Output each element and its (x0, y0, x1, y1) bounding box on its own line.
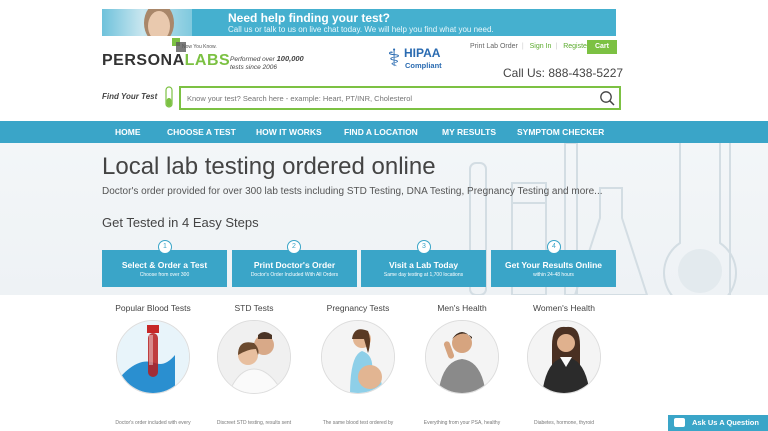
search-icon[interactable] (599, 90, 615, 106)
steps-title: Get Tested in 4 Easy Steps (102, 215, 259, 230)
test-tube-icon (165, 86, 173, 108)
nav-my-results[interactable]: MY RESULTS (442, 121, 496, 143)
step-number: 3 (417, 240, 431, 254)
blood-tube-photo (116, 320, 190, 394)
nav-choose-a-test[interactable]: CHOOSE A TEST (167, 121, 236, 143)
help-banner-subtitle: Call us or talk to us on live chat today… (228, 25, 494, 34)
help-banner[interactable]: Need help finding your test? Call us or … (102, 9, 616, 36)
performed-tests-note: Performed over 100,000 tests since 2006 (230, 54, 304, 72)
hero-title: Local lab testing ordered online (102, 153, 436, 180)
hipaa-badge: ⚕ HIPAA Compliant (386, 44, 448, 76)
step-print-order[interactable]: Print Doctor's Order Doctor's Order Incl… (232, 250, 357, 287)
step-number: 1 (158, 240, 172, 254)
step-get-results[interactable]: Get Your Results Online within 24-48 hou… (491, 250, 616, 287)
personalabs-logo[interactable]: Now You Know. PERSONALABS (102, 38, 230, 72)
category-blood-tests[interactable]: Popular Blood Tests Doctor's order inclu… (98, 303, 208, 426)
nav-symptom-checker[interactable]: SYMPTOM CHECKER (517, 121, 604, 143)
cart-button[interactable]: Cart (587, 40, 617, 54)
category-womens-health[interactable]: Women's Health Diabetes, hormone, thyroi… (509, 303, 619, 426)
step-visit-lab[interactable]: Visit a Lab Today Same day testing at 1,… (361, 250, 486, 287)
step-number: 4 (547, 240, 561, 254)
ask-us-a-question-button[interactable]: Ask Us A Question (668, 415, 768, 431)
category-std-tests[interactable]: STD Tests Discreet STD testing, results … (199, 303, 309, 426)
main-nav: HOME CHOOSE A TEST HOW IT WORKS FIND A L… (0, 121, 768, 143)
find-your-test-label: Find Your Test (102, 92, 158, 101)
phone-number[interactable]: Call Us: 888-438-5227 (503, 66, 623, 80)
couple-photo (217, 320, 291, 394)
step-select-order[interactable]: Select & Order a Test Choose from over 3… (102, 250, 227, 287)
sign-in-link[interactable]: Sign In (526, 43, 556, 50)
nav-home[interactable]: HOME (115, 121, 141, 143)
help-banner-title: Need help finding your test? (228, 11, 391, 25)
print-lab-order-link[interactable]: Print Lab Order (466, 43, 522, 50)
step-number: 2 (287, 240, 301, 254)
search-box (179, 86, 621, 110)
search-input[interactable] (187, 88, 587, 109)
caduceus-icon: ⚕ (387, 45, 401, 72)
support-agent-photo (102, 9, 192, 36)
man-photo (425, 320, 499, 394)
nav-how-it-works[interactable]: HOW IT WORKS (256, 121, 322, 143)
category-pregnancy-tests[interactable]: Pregnancy Tests The same blood test orde… (303, 303, 413, 426)
nav-find-a-location[interactable]: FIND A LOCATION (344, 121, 418, 143)
woman-photo (527, 320, 601, 394)
chat-bubble-icon (674, 418, 685, 427)
pregnant-woman-photo (321, 320, 395, 394)
category-mens-health[interactable]: Men's Health Everything from your PSA, h… (407, 303, 517, 426)
utility-links: Print Lab Order | Sign In | Register (466, 43, 593, 50)
hero-subtitle: Doctor's order provided for over 300 lab… (102, 186, 603, 197)
